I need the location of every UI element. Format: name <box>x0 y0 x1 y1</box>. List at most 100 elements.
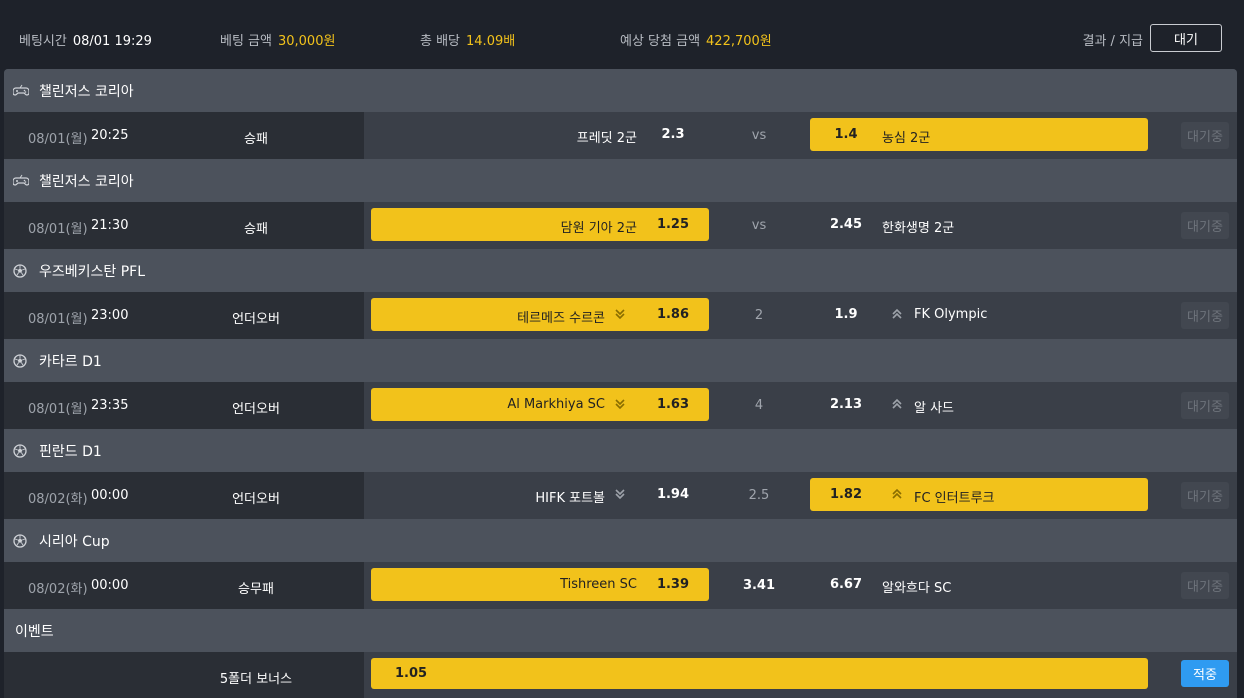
away-odds: 1.4 <box>834 127 858 142</box>
bet-type: 승패 <box>244 222 268 237</box>
league-header: 핀란드 D1 <box>4 429 1237 472</box>
chevron-up-icon <box>890 487 904 501</box>
home-odds: 1.39 <box>656 577 690 592</box>
match-time: 23:00 <box>91 308 129 323</box>
match-time: 23:35 <box>91 398 129 413</box>
status-button[interactable]: 대기 <box>1150 24 1222 52</box>
home-team: 담원 기아 2군 <box>560 221 637 236</box>
league-name: 시리아 Cup <box>39 533 110 550</box>
total-odds-label: 총 배당 <box>420 34 461 49</box>
league-name: 카타르 D1 <box>39 353 102 370</box>
soccer-ball-icon <box>13 533 29 549</box>
home-odds-box[interactable]: 테르메즈 수르콘 1.86 <box>371 298 709 331</box>
bet-amount-label: 베팅 금액 <box>220 34 272 49</box>
home-odds-box[interactable]: 담원 기아 2군 1.25 <box>371 208 709 241</box>
event-info: 5폴더 보너스 <box>4 652 364 698</box>
away-team: 알 사드 <box>914 401 955 416</box>
match-time: 21:30 <box>91 218 129 233</box>
wait-status: 대기중 <box>1181 212 1229 239</box>
match-time: 00:00 <box>91 488 129 503</box>
apply-button[interactable]: 적중 <box>1181 660 1229 687</box>
match-date: 08/02(화) <box>28 492 88 507</box>
match-middle-value: 4 <box>754 398 764 413</box>
soccer-ball-icon <box>13 263 29 279</box>
expected-win-label: 예상 당첨 금액 <box>620 34 701 49</box>
league-header: 챌린저스 코리아 <box>4 159 1237 202</box>
home-team: 테르메즈 수르콘 <box>517 311 605 326</box>
league-header: 카타르 D1 <box>4 339 1237 382</box>
bet-info: 08/02(화) 00:00 언더오버 <box>4 472 364 519</box>
bet-info: 08/01(월) 20:25 승패 <box>4 112 364 159</box>
bet-row: 08/02(화) 00:00 언더오버 HIFK 포트볼 1.94 2.5 1.… <box>4 472 1237 519</box>
gamepad-icon <box>13 173 29 189</box>
bet-info: 08/01(월) 23:00 언더오버 <box>4 292 364 339</box>
away-odds-box[interactable]: 1.9 FK Olympic <box>810 298 1148 331</box>
wait-status: 대기중 <box>1181 572 1229 599</box>
away-odds-box[interactable]: 1.82 FC 인터트루크 <box>810 478 1148 511</box>
wait-status: 대기중 <box>1181 302 1229 329</box>
bet-info: 08/02(화) 00:00 승무패 <box>4 562 364 609</box>
home-odds-box[interactable]: HIFK 포트볼 1.94 <box>371 478 709 511</box>
home-odds-box[interactable]: Al Markhiya SC 1.63 <box>371 388 709 421</box>
bet-time-value: 08/01 19:29 <box>72 34 152 49</box>
chevron-down-icon <box>613 487 627 501</box>
home-team: HIFK 포트볼 <box>535 491 605 506</box>
bet-info: 08/01(월) 23:35 언더오버 <box>4 382 364 429</box>
league-header: 챌린저스 코리아 <box>4 69 1237 112</box>
soccer-ball-icon <box>13 443 29 459</box>
league-name: 챌린저스 코리아 <box>39 83 134 100</box>
away-odds: 1.82 <box>829 487 863 502</box>
bet-amount: 베팅 금액 30,000원 <box>220 30 335 49</box>
bonus-odds-bar[interactable]: 1.05 <box>371 658 1148 689</box>
chevron-down-icon <box>613 307 627 321</box>
away-odds-box[interactable]: 1.4 농심 2군 <box>810 118 1148 151</box>
bet-row: 08/01(월) 21:30 승패 담원 기아 2군 1.25 vs 2.45 … <box>4 202 1237 249</box>
away-odds: 6.67 <box>829 577 863 592</box>
wait-status: 대기중 <box>1181 122 1229 149</box>
soccer-ball-icon <box>13 353 29 369</box>
away-odds-box[interactable]: 2.13 알 사드 <box>810 388 1148 421</box>
match-date: 08/01(월) <box>28 312 88 327</box>
bet-type: 승무패 <box>238 582 274 597</box>
match-date: 08/01(월) <box>28 402 88 417</box>
result-label: 결과 / 지급 <box>1082 34 1144 49</box>
bet-info: 08/01(월) 21:30 승패 <box>4 202 364 249</box>
total-odds: 총 배당 14.09배 <box>420 30 515 49</box>
away-odds-box[interactable]: 2.45 한화생명 2군 <box>810 208 1148 241</box>
home-odds-box[interactable]: Tishreen SC 1.39 <box>371 568 709 601</box>
chevron-up-icon <box>890 397 904 411</box>
event-row: 5폴더 보너스 1.05 적중 <box>4 652 1237 698</box>
bet-summary-header: 베팅시간 08/01 19:29 베팅 금액 30,000원 총 배당 14.09배 … <box>0 0 1244 70</box>
bonus-odds: 1.05 <box>395 666 428 681</box>
away-team: 한화생명 2군 <box>882 221 955 236</box>
league-name: 챌린저스 코리아 <box>39 173 134 190</box>
match-date: 08/02(화) <box>28 582 88 597</box>
bet-row: 08/01(월) 23:35 언더오버 Al Markhiya SC 1.63 … <box>4 382 1237 429</box>
chevron-up-icon <box>890 307 904 321</box>
bet-row: 08/02(화) 00:00 승무패 Tishreen SC 1.39 3.41… <box>4 562 1237 609</box>
home-odds: 1.25 <box>656 217 690 232</box>
match-time: 00:00 <box>91 578 129 593</box>
match-middle-value: 2 <box>754 308 764 323</box>
away-odds: 1.9 <box>834 307 858 322</box>
gamepad-icon <box>13 83 29 99</box>
total-odds-value: 14.09배 <box>466 34 516 49</box>
match-date: 08/01(월) <box>28 222 88 237</box>
bonus-name: 5폴더 보너스 <box>219 672 293 687</box>
bet-amount-value: 30,000원 <box>277 34 336 49</box>
league-header: 우즈베키스탄 PFL <box>4 249 1237 292</box>
bet-row: 08/01(월) 20:25 승패 프레딧 2군 2.3 vs 1.4 농심 2… <box>4 112 1237 159</box>
bet-time: 베팅시간 08/01 19:29 <box>19 30 152 49</box>
home-team: Al Markhiya SC <box>507 397 605 412</box>
wait-status: 대기중 <box>1181 482 1229 509</box>
away-team: FK Olympic <box>914 307 988 322</box>
bet-type: 언더오버 <box>232 492 280 507</box>
bet-type: 언더오버 <box>232 402 280 417</box>
league-header: 시리아 Cup <box>4 519 1237 562</box>
expected-win-value: 422,700원 <box>706 34 772 49</box>
event-header: 이벤트 <box>4 609 1237 652</box>
away-odds-box[interactable]: 6.67 알와흐다 SC <box>810 568 1148 601</box>
home-odds-box[interactable]: 프레딧 2군 2.3 <box>371 118 709 151</box>
bet-type: 승패 <box>244 132 268 147</box>
bet-time-label: 베팅시간 <box>19 34 67 49</box>
